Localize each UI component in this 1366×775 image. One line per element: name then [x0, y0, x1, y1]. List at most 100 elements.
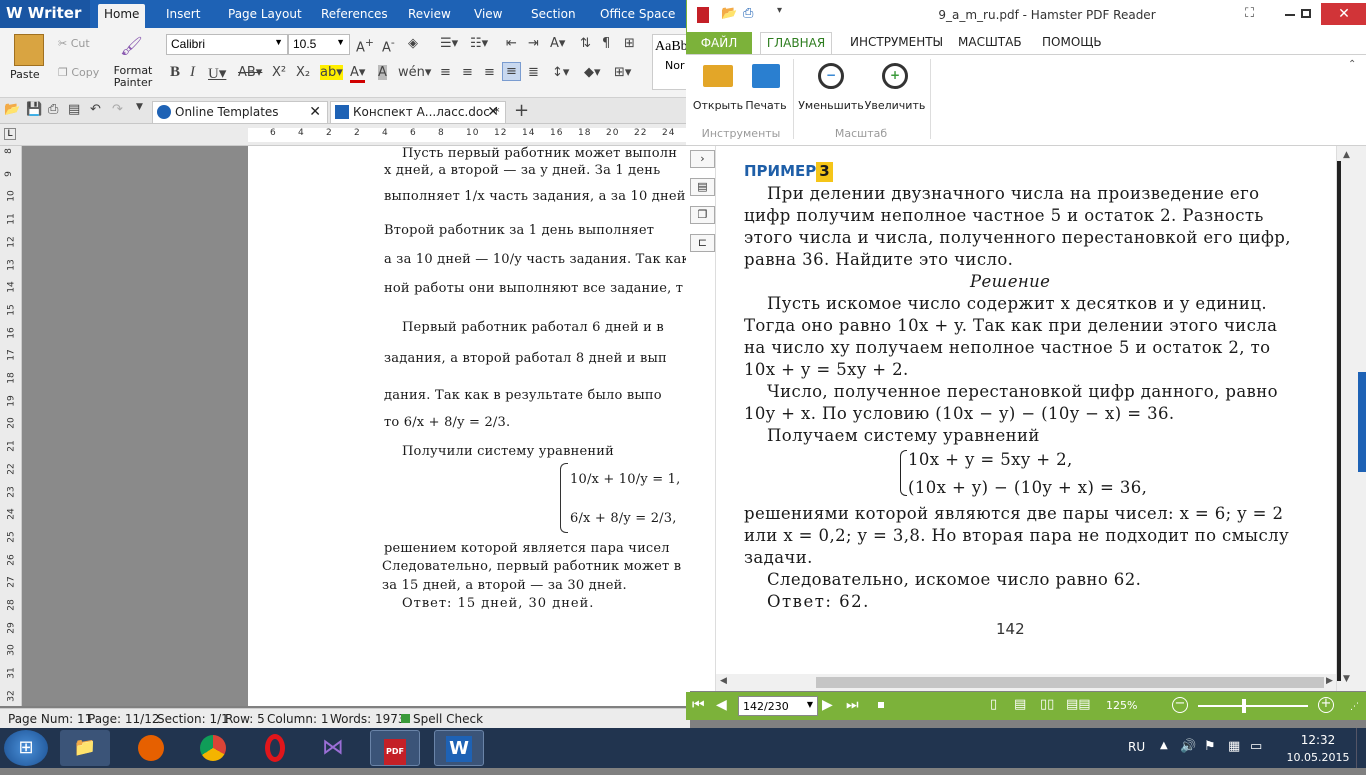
close-icon[interactable]: ✕ — [487, 102, 499, 122]
show-desktop-button[interactable] — [1356, 728, 1366, 768]
scroll-up-icon[interactable]: ▲ — [1343, 150, 1350, 160]
zoom-slider-thumb[interactable] — [1242, 699, 1246, 713]
start-button[interactable]: ⊞ — [4, 730, 48, 766]
status-words[interactable]: Words: 1973 — [330, 712, 406, 726]
tab-home[interactable]: Home — [98, 4, 146, 28]
scroll-right-icon[interactable]: ▶ — [1326, 676, 1333, 686]
last-page-icon[interactable]: ⏭ — [846, 697, 859, 713]
clock-time[interactable]: 12:32 — [1290, 733, 1346, 747]
show-hidden-icons-icon[interactable]: ▲ — [1160, 740, 1168, 751]
maximize-icon[interactable] — [1301, 9, 1311, 18]
horizontal-ruler[interactable]: L 6 4 2 2 4 6 8 10 12 14 16 18 20 22 24 — [0, 124, 690, 146]
superscript-icon[interactable]: X² — [272, 65, 286, 80]
pdf-horizontal-scrollbar[interactable]: ◀ ▶ — [716, 674, 1336, 691]
show-marks-icon[interactable]: ¶ — [602, 36, 610, 51]
tab-office-space[interactable]: Office Space — [594, 4, 681, 28]
font-color-icon[interactable]: A▾ — [350, 65, 366, 83]
print-icon[interactable]: ⎙ — [48, 102, 58, 117]
line-spacing-icon[interactable]: ↕▾ — [552, 65, 569, 80]
indent-icon[interactable]: ⇥ — [528, 36, 539, 51]
next-page-icon[interactable]: ▶ — [822, 697, 833, 713]
print-icon[interactable]: ⎙ — [743, 6, 753, 21]
tab-section[interactable]: Section — [525, 4, 582, 28]
bold-icon[interactable]: B — [170, 64, 180, 81]
menu-scale[interactable]: МАСШТАБ — [958, 35, 1022, 49]
taskbar-firefox[interactable] — [126, 730, 176, 766]
two-page-icon[interactable]: ▯▯ — [1040, 697, 1054, 712]
two-page-continuous-icon[interactable]: ▤▤ — [1066, 697, 1091, 712]
clear-format-icon[interactable]: ◈ — [408, 36, 418, 51]
font-name-select[interactable]: Calibri ▼ — [166, 34, 288, 55]
italic-icon[interactable]: I — [190, 64, 195, 81]
copy-button[interactable]: ❐ Copy — [58, 66, 99, 79]
thumbnails-icon[interactable]: ❐ — [690, 206, 715, 224]
collapse-ribbon-icon[interactable]: ⌃ — [1348, 59, 1356, 70]
scrollbar-thumb[interactable] — [816, 677, 1324, 688]
align-right-icon[interactable]: ≡ — [484, 65, 495, 80]
continuous-page-icon[interactable]: ▤ — [1014, 697, 1026, 712]
attachments-icon[interactable]: ⊏ — [690, 234, 715, 252]
stop-icon[interactable] — [878, 702, 884, 708]
menu-home[interactable]: ГЛАВНАЯ — [760, 32, 832, 55]
zoom-out-button[interactable]: − Уменьшить — [798, 59, 864, 115]
sort-icon[interactable]: ⇅ — [580, 36, 591, 51]
page-number-input[interactable]: 142/230 ▼ — [738, 696, 818, 716]
tab-insert[interactable]: Insert — [160, 4, 206, 28]
quick-access-dropdown-icon[interactable]: ▼ — [136, 102, 143, 112]
borders-icon[interactable]: ⊞▾ — [614, 65, 631, 80]
status-spell-check[interactable]: Spell Check — [413, 712, 483, 726]
first-page-icon[interactable]: ⏮ — [692, 697, 705, 713]
justify-icon[interactable]: ≡ — [502, 62, 521, 81]
language-indicator[interactable]: RU — [1128, 740, 1145, 754]
zoom-slider-track[interactable] — [1198, 705, 1308, 707]
menu-instruments[interactable]: ИНСТРУМЕНТЫ — [850, 35, 943, 49]
style-gallery[interactable]: AaBb Nor — [652, 34, 690, 90]
font-size-select[interactable]: 10.5 ▼ — [288, 34, 350, 55]
close-icon[interactable]: ✕ — [309, 102, 321, 122]
menu-help[interactable]: ПОМОЩЬ — [1042, 35, 1102, 49]
undo-icon[interactable]: ↶ — [90, 102, 101, 117]
grow-font-icon[interactable]: A+ — [356, 36, 374, 55]
tab-view[interactable]: View — [468, 4, 508, 28]
tab-review[interactable]: Review — [402, 4, 457, 28]
zoom-in-button[interactable]: + Увеличить — [864, 59, 926, 115]
scroll-left-icon[interactable]: ◀ — [720, 676, 727, 686]
preview-icon[interactable]: ▤ — [68, 102, 80, 117]
chinese-layout-icon[interactable]: A▾ — [550, 36, 565, 51]
battery-icon[interactable]: ▭ — [1250, 739, 1262, 754]
bullets-icon[interactable]: ☰▾ — [440, 36, 458, 51]
taskbar-opera[interactable] — [250, 730, 300, 766]
tab-page-layout[interactable]: Page Layout — [222, 4, 308, 28]
taskbar-wps-writer[interactable]: W — [434, 730, 484, 766]
show-hide-icon[interactable]: ⊞ — [624, 36, 635, 51]
zoom-out-small-icon[interactable]: − — [1172, 697, 1188, 713]
scroll-down-icon[interactable]: ▼ — [1343, 674, 1350, 684]
outdent-icon[interactable]: ⇤ — [506, 36, 517, 51]
doc-tab-konspekt[interactable]: Конспект А...ласс.doc * ✕ — [330, 101, 506, 123]
shrink-font-icon[interactable]: A- — [382, 36, 395, 55]
close-window-button[interactable]: ✕ — [1321, 3, 1366, 25]
distribute-icon[interactable]: ≣ — [528, 65, 539, 80]
quick-access-dropdown-icon[interactable]: ▾ — [777, 5, 782, 16]
expand-panel-chevron-icon[interactable]: › — [690, 150, 715, 168]
phonetic-icon[interactable]: wén▾ — [398, 65, 431, 80]
underline-icon[interactable]: U▾ — [208, 64, 226, 83]
minimize-icon[interactable] — [1285, 14, 1295, 16]
align-center-icon[interactable]: ≡ — [462, 65, 473, 80]
prev-page-icon[interactable]: ◀ — [716, 697, 727, 713]
cut-button[interactable]: ✂ Cut — [58, 37, 90, 50]
shading-icon[interactable]: ◆▾ — [584, 65, 601, 80]
edge-scroll-thumb[interactable] — [1358, 372, 1366, 472]
bookmarks-icon[interactable]: ▤ — [690, 178, 715, 196]
open-folder-icon[interactable]: 📂 — [4, 102, 20, 117]
numbering-icon[interactable]: ☷▾ — [470, 36, 488, 51]
volume-icon[interactable]: 🔊 — [1180, 739, 1196, 754]
menu-file[interactable]: ФАЙЛ — [686, 32, 752, 54]
zoom-in-small-icon[interactable]: + — [1318, 697, 1334, 713]
action-center-flag-icon[interactable]: ⚑ — [1204, 739, 1216, 754]
taskbar-visual-studio[interactable]: ⋈ — [308, 730, 358, 766]
tab-references[interactable]: References — [315, 4, 394, 28]
doc-tab-online-templates[interactable]: Online Templates ✕ — [152, 101, 328, 123]
open-folder-icon[interactable]: 📂 — [721, 6, 737, 21]
save-icon[interactable]: 💾 — [26, 102, 42, 117]
